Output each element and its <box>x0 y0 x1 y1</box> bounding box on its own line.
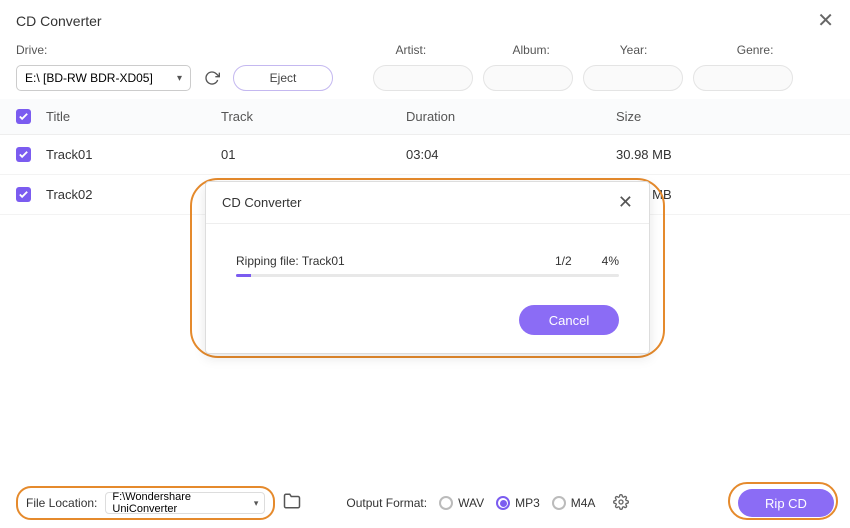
select-all-checkbox[interactable] <box>16 109 31 124</box>
col-title: Title <box>46 109 221 124</box>
chevron-down-icon: ▾ <box>177 73 182 84</box>
col-track: Track <box>221 109 406 124</box>
cancel-button[interactable]: Cancel <box>519 305 619 335</box>
output-format-label: Output Format: <box>346 496 427 510</box>
album-input[interactable] <box>483 65 573 91</box>
window-title: CD Converter <box>16 13 102 29</box>
format-wav-label: WAV <box>458 496 484 510</box>
year-label: Year: <box>620 43 648 57</box>
col-duration: Duration <box>406 109 616 124</box>
cancel-label: Cancel <box>549 313 589 328</box>
progress-fill <box>236 274 251 277</box>
radio-icon <box>552 496 566 510</box>
footer-bar: File Location: F:\Wondershare UniConvert… <box>0 478 850 528</box>
row-checkbox[interactable] <box>16 147 31 162</box>
refresh-icon <box>204 70 220 86</box>
dialog-close-icon[interactable]: ✕ <box>618 192 633 213</box>
format-mp3-option[interactable]: MP3 <box>496 496 540 510</box>
cell-title: Track01 <box>46 147 221 162</box>
row-checkbox[interactable] <box>16 187 31 202</box>
col-size: Size <box>616 109 834 124</box>
table-row[interactable]: Track01 01 03:04 30.98 MB <box>0 135 850 175</box>
format-wav-option[interactable]: WAV <box>439 496 484 510</box>
radio-icon <box>496 496 510 510</box>
format-settings-button[interactable] <box>613 494 629 513</box>
format-m4a-label: M4A <box>571 496 596 510</box>
file-location-select[interactable]: F:\Wondershare UniConverter ▾ <box>105 492 265 514</box>
genre-label: Genre: <box>737 43 774 57</box>
cell-track: 01 <box>221 147 406 162</box>
year-input[interactable] <box>583 65 683 91</box>
ripping-dialog: CD Converter ✕ Ripping file: Track01 1/2… <box>205 181 650 354</box>
artist-label: Artist: <box>396 43 427 57</box>
ripping-percent: 4% <box>602 254 619 268</box>
dialog-title: CD Converter <box>222 195 301 210</box>
drive-select[interactable]: E:\ [BD-RW BDR-XD05] ▾ <box>16 65 191 91</box>
rip-cd-label: Rip CD <box>765 496 807 511</box>
folder-icon <box>283 492 301 510</box>
file-location-label: File Location: <box>26 496 97 510</box>
eject-label: Eject <box>270 71 297 85</box>
drive-label: Drive: <box>16 43 47 57</box>
ripping-progress-count: 1/2 <box>555 254 572 268</box>
close-icon[interactable]: ✕ <box>817 8 834 33</box>
ripping-file-label: Ripping file: Track01 <box>236 254 345 268</box>
eject-button[interactable]: Eject <box>233 65 333 91</box>
chevron-down-icon: ▾ <box>254 498 259 509</box>
genre-input[interactable] <box>693 65 793 91</box>
refresh-button[interactable] <box>201 67 223 89</box>
album-label: Album: <box>513 43 550 57</box>
cell-duration: 03:04 <box>406 147 616 162</box>
rip-cd-button[interactable]: Rip CD <box>738 489 834 517</box>
open-folder-button[interactable] <box>283 492 301 515</box>
table-header: Title Track Duration Size <box>0 99 850 135</box>
file-location-value: F:\Wondershare UniConverter <box>112 491 253 515</box>
format-mp3-label: MP3 <box>515 496 540 510</box>
drive-select-value: E:\ [BD-RW BDR-XD05] <box>25 71 153 85</box>
file-location-highlight: File Location: F:\Wondershare UniConvert… <box>16 486 275 520</box>
radio-icon <box>439 496 453 510</box>
artist-input[interactable] <box>373 65 473 91</box>
cell-size: 30.98 MB <box>616 147 834 162</box>
cell-title: Track02 <box>46 187 221 202</box>
gear-icon <box>613 494 629 510</box>
progress-bar <box>236 274 619 277</box>
format-m4a-option[interactable]: M4A <box>552 496 596 510</box>
